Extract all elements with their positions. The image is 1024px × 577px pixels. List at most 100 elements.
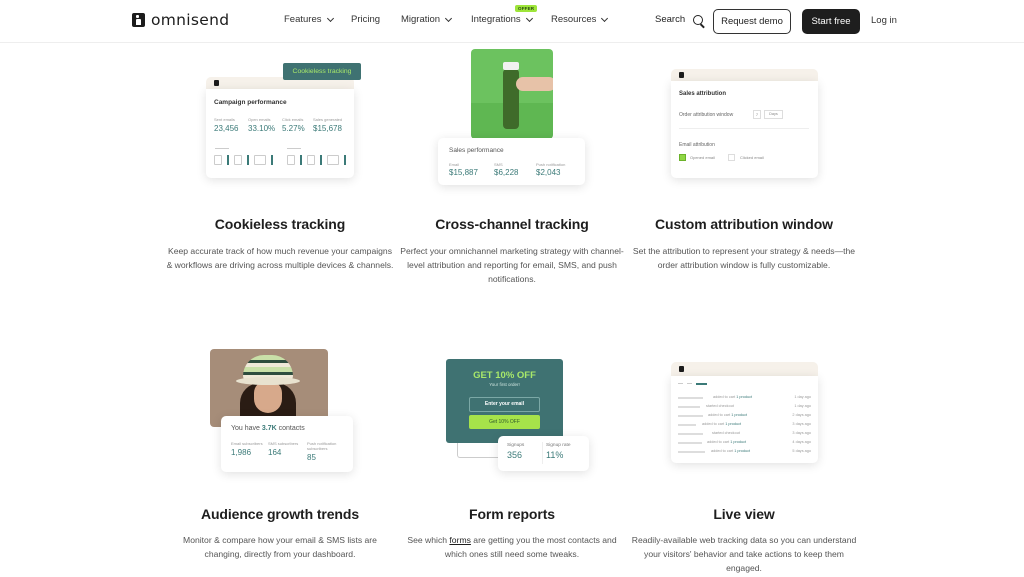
- event-row: added to cart 1 product 3 days ago: [678, 422, 811, 428]
- visitor-placeholder: [678, 451, 705, 453]
- live-view-card-header: [671, 362, 818, 376]
- juice-bottle-image: [471, 49, 553, 139]
- card-title: Sales performance: [449, 147, 504, 154]
- divider: [215, 148, 229, 149]
- nav-resources[interactable]: Resources: [551, 14, 609, 25]
- nav-pricing-label: Pricing: [351, 14, 381, 25]
- chevron-down-icon: [525, 14, 533, 22]
- event-row: started checkout 3 days ago: [678, 431, 811, 437]
- omnisend-mini-icon: [679, 366, 684, 372]
- bottle-cap: [503, 62, 519, 70]
- card-title: Campaign performance: [214, 99, 287, 106]
- feature-title-audience: Audience growth trends: [200, 506, 360, 522]
- attribution-card-header: [671, 69, 818, 81]
- form-email-input: Enter your email: [469, 397, 540, 412]
- stat-sent-emails: Sent emails 23,456: [214, 117, 239, 133]
- search-icon: [693, 14, 704, 25]
- event-time: 3 days ago: [792, 422, 811, 426]
- mini-box: [234, 155, 242, 165]
- visitor-placeholder: [678, 433, 703, 435]
- feature-desc-cross-channel: Perfect your omnichannel marketing strat…: [400, 246, 624, 284]
- mini-bar: [227, 155, 229, 165]
- event-time: 5 days ago: [792, 449, 811, 453]
- visitor-placeholder: [678, 424, 696, 426]
- start-free-button[interactable]: Start free: [802, 9, 860, 34]
- window-unit-select: Days: [764, 110, 783, 119]
- feature-desc-attribution: Set the attribution to represent your st…: [632, 246, 856, 270]
- contacts-count: 3.7K: [261, 425, 277, 432]
- signup-form-preview: GET 10% OFF Your first order! Enter your…: [446, 359, 563, 443]
- contacts-summary: You have 3.7K contacts: [231, 425, 305, 432]
- mini-bar: [247, 155, 249, 165]
- feature-desc-audience: Monitor & compare how your email & SMS l…: [183, 535, 377, 559]
- feature-title-cookieless: Cookieless tracking: [214, 216, 346, 232]
- tab: [687, 383, 692, 385]
- event-row: added to cart 1 product 2 days ago: [678, 413, 811, 419]
- nav-pricing[interactable]: Pricing: [351, 14, 380, 25]
- divider: [542, 442, 543, 464]
- chevron-down-icon: [601, 14, 609, 22]
- mini-bar: [344, 155, 346, 165]
- event-row: added to cart 1 product 5 days ago: [678, 449, 811, 455]
- omnisend-mini-icon: [679, 72, 684, 78]
- mini-box: [254, 155, 266, 165]
- forms-link[interactable]: forms: [449, 535, 470, 545]
- event-text: started checkout: [706, 404, 734, 408]
- search-button[interactable]: Search: [655, 14, 704, 25]
- opened-email-label: Opened email: [690, 155, 715, 160]
- omnisend-logo-icon: [132, 13, 145, 27]
- event-row: added to cart 1 product 4 days ago: [678, 440, 811, 446]
- search-label: Search: [655, 14, 686, 25]
- visitor-placeholder: [678, 415, 703, 417]
- stat-sms: SMS $6,228: [494, 162, 519, 177]
- form-submit-button: Get 10% OFF: [469, 415, 540, 429]
- tab-active: [696, 383, 707, 385]
- live-view-card: added to cart 1 product 1 day ago started…: [671, 376, 818, 463]
- omnisend-mini-icon: [214, 80, 219, 86]
- offer-badge: OFFER: [515, 5, 538, 12]
- desc-text: are getting you the most contacts and wh…: [444, 535, 617, 559]
- stat-email: Email $15,887: [449, 162, 478, 177]
- brand-name: omnisend: [151, 11, 230, 29]
- omnisend-logo[interactable]: omnisend: [132, 11, 229, 29]
- stat-email-subscribers: Email subscribers 1,986: [231, 441, 263, 457]
- nav-features[interactable]: Features: [284, 14, 334, 25]
- mini-chart-group: [214, 155, 273, 165]
- event-time: 4 days ago: [792, 440, 811, 444]
- chevron-down-icon: [445, 14, 453, 22]
- event-row: started checkout 1 day ago: [678, 404, 811, 410]
- sales-performance-card: Sales performance Email $15,887 SMS $6,228…: [438, 138, 585, 185]
- event-text: added to cart 1 product: [713, 395, 753, 399]
- clicked-email-checkbox: [728, 154, 735, 161]
- hat-brim-shape: [236, 377, 300, 385]
- chevron-down-icon: [326, 14, 334, 22]
- divider: [287, 148, 301, 149]
- event-row: added to cart 1 product 1 day ago: [678, 395, 811, 401]
- event-text: added to cart 1 product: [707, 440, 747, 444]
- window-label: Order attribution window: [679, 112, 734, 118]
- stat-sms-subscribers: SMS subscribers 164: [268, 441, 299, 457]
- event-time: 2 days ago: [792, 413, 811, 417]
- contacts-prefix: You have: [231, 425, 260, 432]
- log-in-link[interactable]: Log in: [871, 15, 897, 26]
- mini-box: [287, 155, 295, 165]
- bottle-shape: [503, 69, 519, 129]
- stat-open-emails: Open emails 33.10%: [248, 117, 276, 133]
- form-subline: Your first order!: [489, 382, 520, 387]
- feature-title-form-reports: Form reports: [469, 506, 555, 522]
- event-time: 3 days ago: [792, 431, 811, 435]
- mini-box: [307, 155, 315, 165]
- face-shape: [254, 381, 282, 413]
- stat-push-subscribers: Push notification subscribers 85: [307, 441, 337, 462]
- top-navigation: omnisend Features Pricing Migration Inte…: [0, 0, 1024, 43]
- nav-integrations-label: Integrations: [471, 14, 521, 25]
- nav-migration[interactable]: Migration: [401, 14, 453, 25]
- visitor-placeholder: [678, 406, 700, 408]
- mini-box: [214, 155, 222, 165]
- contacts-card: You have 3.7K contacts Email subscribers…: [221, 416, 353, 472]
- cookieless-tag: Cookieless tracking: [283, 63, 361, 80]
- event-text: started checkout: [712, 431, 740, 435]
- event-text: added to cart 1 product: [702, 422, 742, 426]
- request-demo-button[interactable]: Request demo: [713, 9, 791, 34]
- nav-integrations[interactable]: Integrations: [471, 14, 533, 25]
